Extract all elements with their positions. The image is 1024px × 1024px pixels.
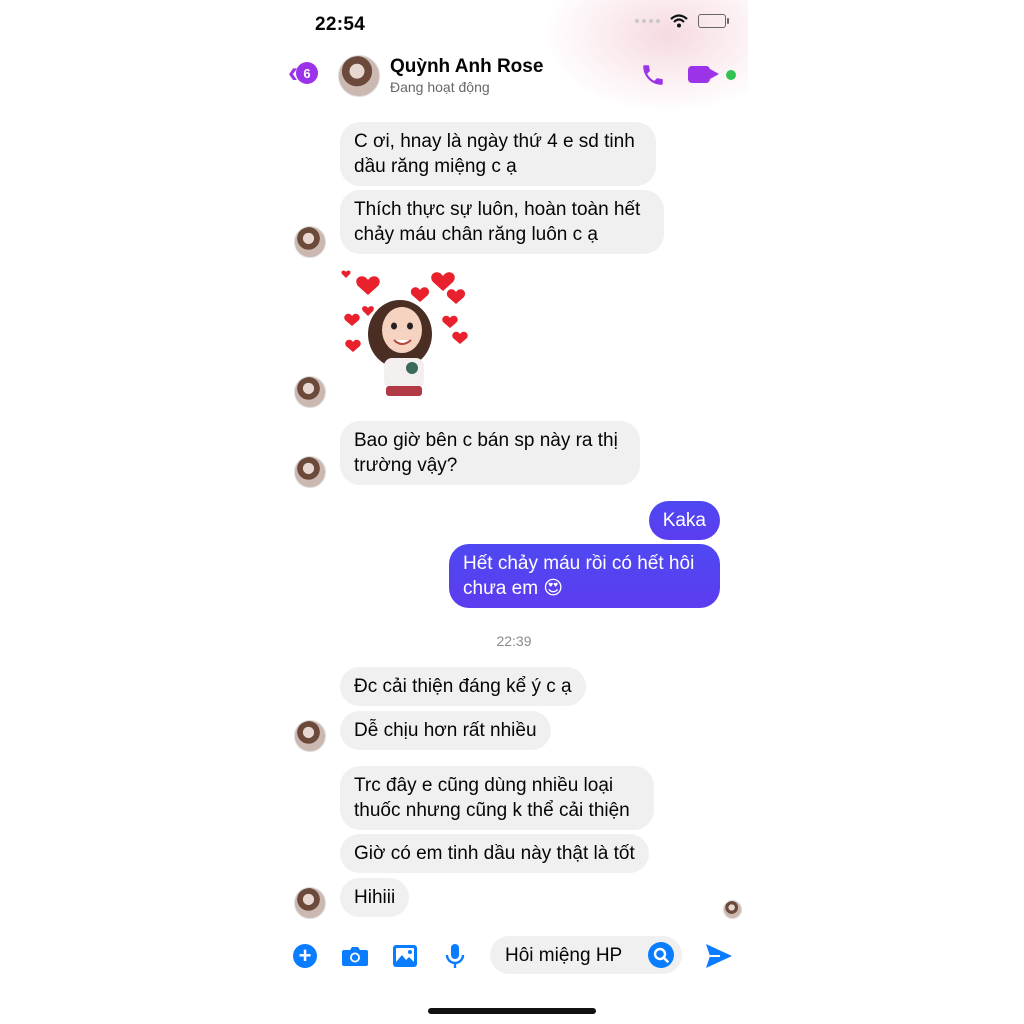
sender-avatar [294, 720, 326, 752]
send-icon [706, 944, 732, 968]
message-bubble-incoming[interactable]: Đc cải thiện đáng kể ý c ạ [340, 667, 586, 706]
sticker-avatar-hearts[interactable] [338, 268, 478, 408]
read-receipt-avatar [723, 900, 742, 919]
video-call-icon[interactable] [688, 66, 719, 83]
status-indicators [635, 14, 729, 28]
message-input-text: Hôi miệng HP [505, 945, 623, 966]
home-indicator[interactable] [428, 1008, 596, 1014]
messenger-screen: 22:54 ‹ 6 Quỳnh Anh Rose Đang hoạt động … [280, 0, 748, 1024]
camera-icon [342, 947, 368, 966]
gallery-button[interactable] [390, 934, 420, 978]
search-icon[interactable] [648, 942, 674, 968]
message-bubble-outgoing[interactable]: Hết chảy máu rồi có hết hôi chưa em 😍 [449, 544, 720, 608]
message-bubble-incoming[interactable]: Trc đây e cũng dùng nhiều loại thuốc như… [340, 766, 654, 830]
phone-icon[interactable] [640, 62, 666, 88]
contact-status: Đang hoạt động [390, 79, 490, 95]
plus-icon: + [293, 944, 317, 968]
contact-name[interactable]: Quỳnh Anh Rose [390, 56, 543, 78]
sender-avatar [294, 226, 326, 258]
online-indicator [726, 70, 736, 80]
unread-count-badge: 6 [296, 62, 318, 84]
message-bubble-incoming[interactable]: Giờ có em tinh dầu này thật là tốt [340, 834, 649, 873]
add-button[interactable]: + [292, 934, 318, 978]
message-composer: + Hôi miệng HP [280, 934, 748, 978]
contact-avatar[interactable] [338, 55, 380, 97]
sender-avatar [294, 456, 326, 488]
message-bubble-incoming[interactable]: Bao giờ bên c bán sp này ra thị trường v… [340, 421, 640, 485]
send-button[interactable] [704, 934, 734, 978]
battery-icon [698, 14, 729, 28]
signal-icon [635, 19, 660, 23]
message-bubble-incoming[interactable]: Thích thực sự luôn, hoàn toàn hết chảy m… [340, 190, 664, 254]
sender-avatar [294, 376, 326, 408]
voice-button[interactable] [442, 934, 468, 978]
message-bubble-incoming[interactable]: Hihiii [340, 878, 410, 917]
microphone-icon [445, 944, 465, 968]
message-input[interactable]: Hôi miệng HP [490, 936, 682, 974]
camera-button[interactable] [340, 934, 370, 978]
message-timestamp: 22:39 [496, 633, 532, 649]
sender-avatar [294, 887, 326, 919]
status-time: 22:54 [315, 14, 366, 35]
image-icon [393, 945, 417, 967]
message-bubble-outgoing[interactable]: Kaka [648, 501, 720, 540]
back-button[interactable]: ‹ 6 [288, 58, 318, 88]
message-bubble-incoming[interactable]: Dễ chịu hơn rất nhiều [340, 711, 551, 750]
wifi-icon [670, 14, 688, 28]
message-bubble-incoming[interactable]: C ơi, hnay là ngày thứ 4 e sd tinh dầu r… [340, 122, 656, 186]
